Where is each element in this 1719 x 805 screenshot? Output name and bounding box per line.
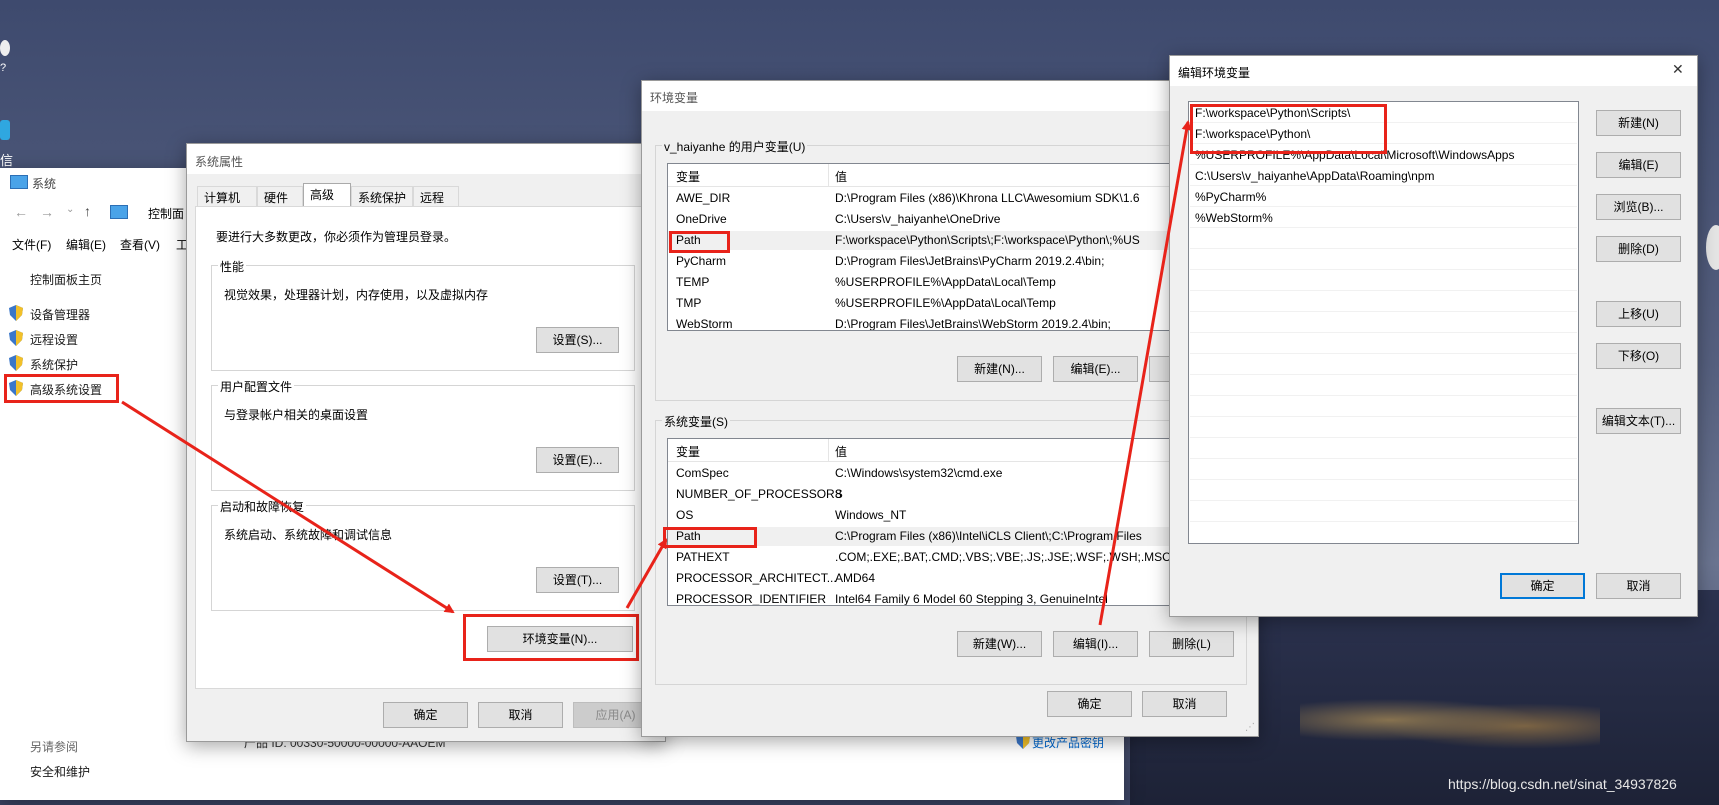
arrow-edit-to-entries (1098, 120, 1192, 626)
annotation-arrows (121, 120, 1192, 626)
arrow-advanced-to-env (121, 400, 455, 614)
arrow-env-to-path (625, 538, 668, 609)
